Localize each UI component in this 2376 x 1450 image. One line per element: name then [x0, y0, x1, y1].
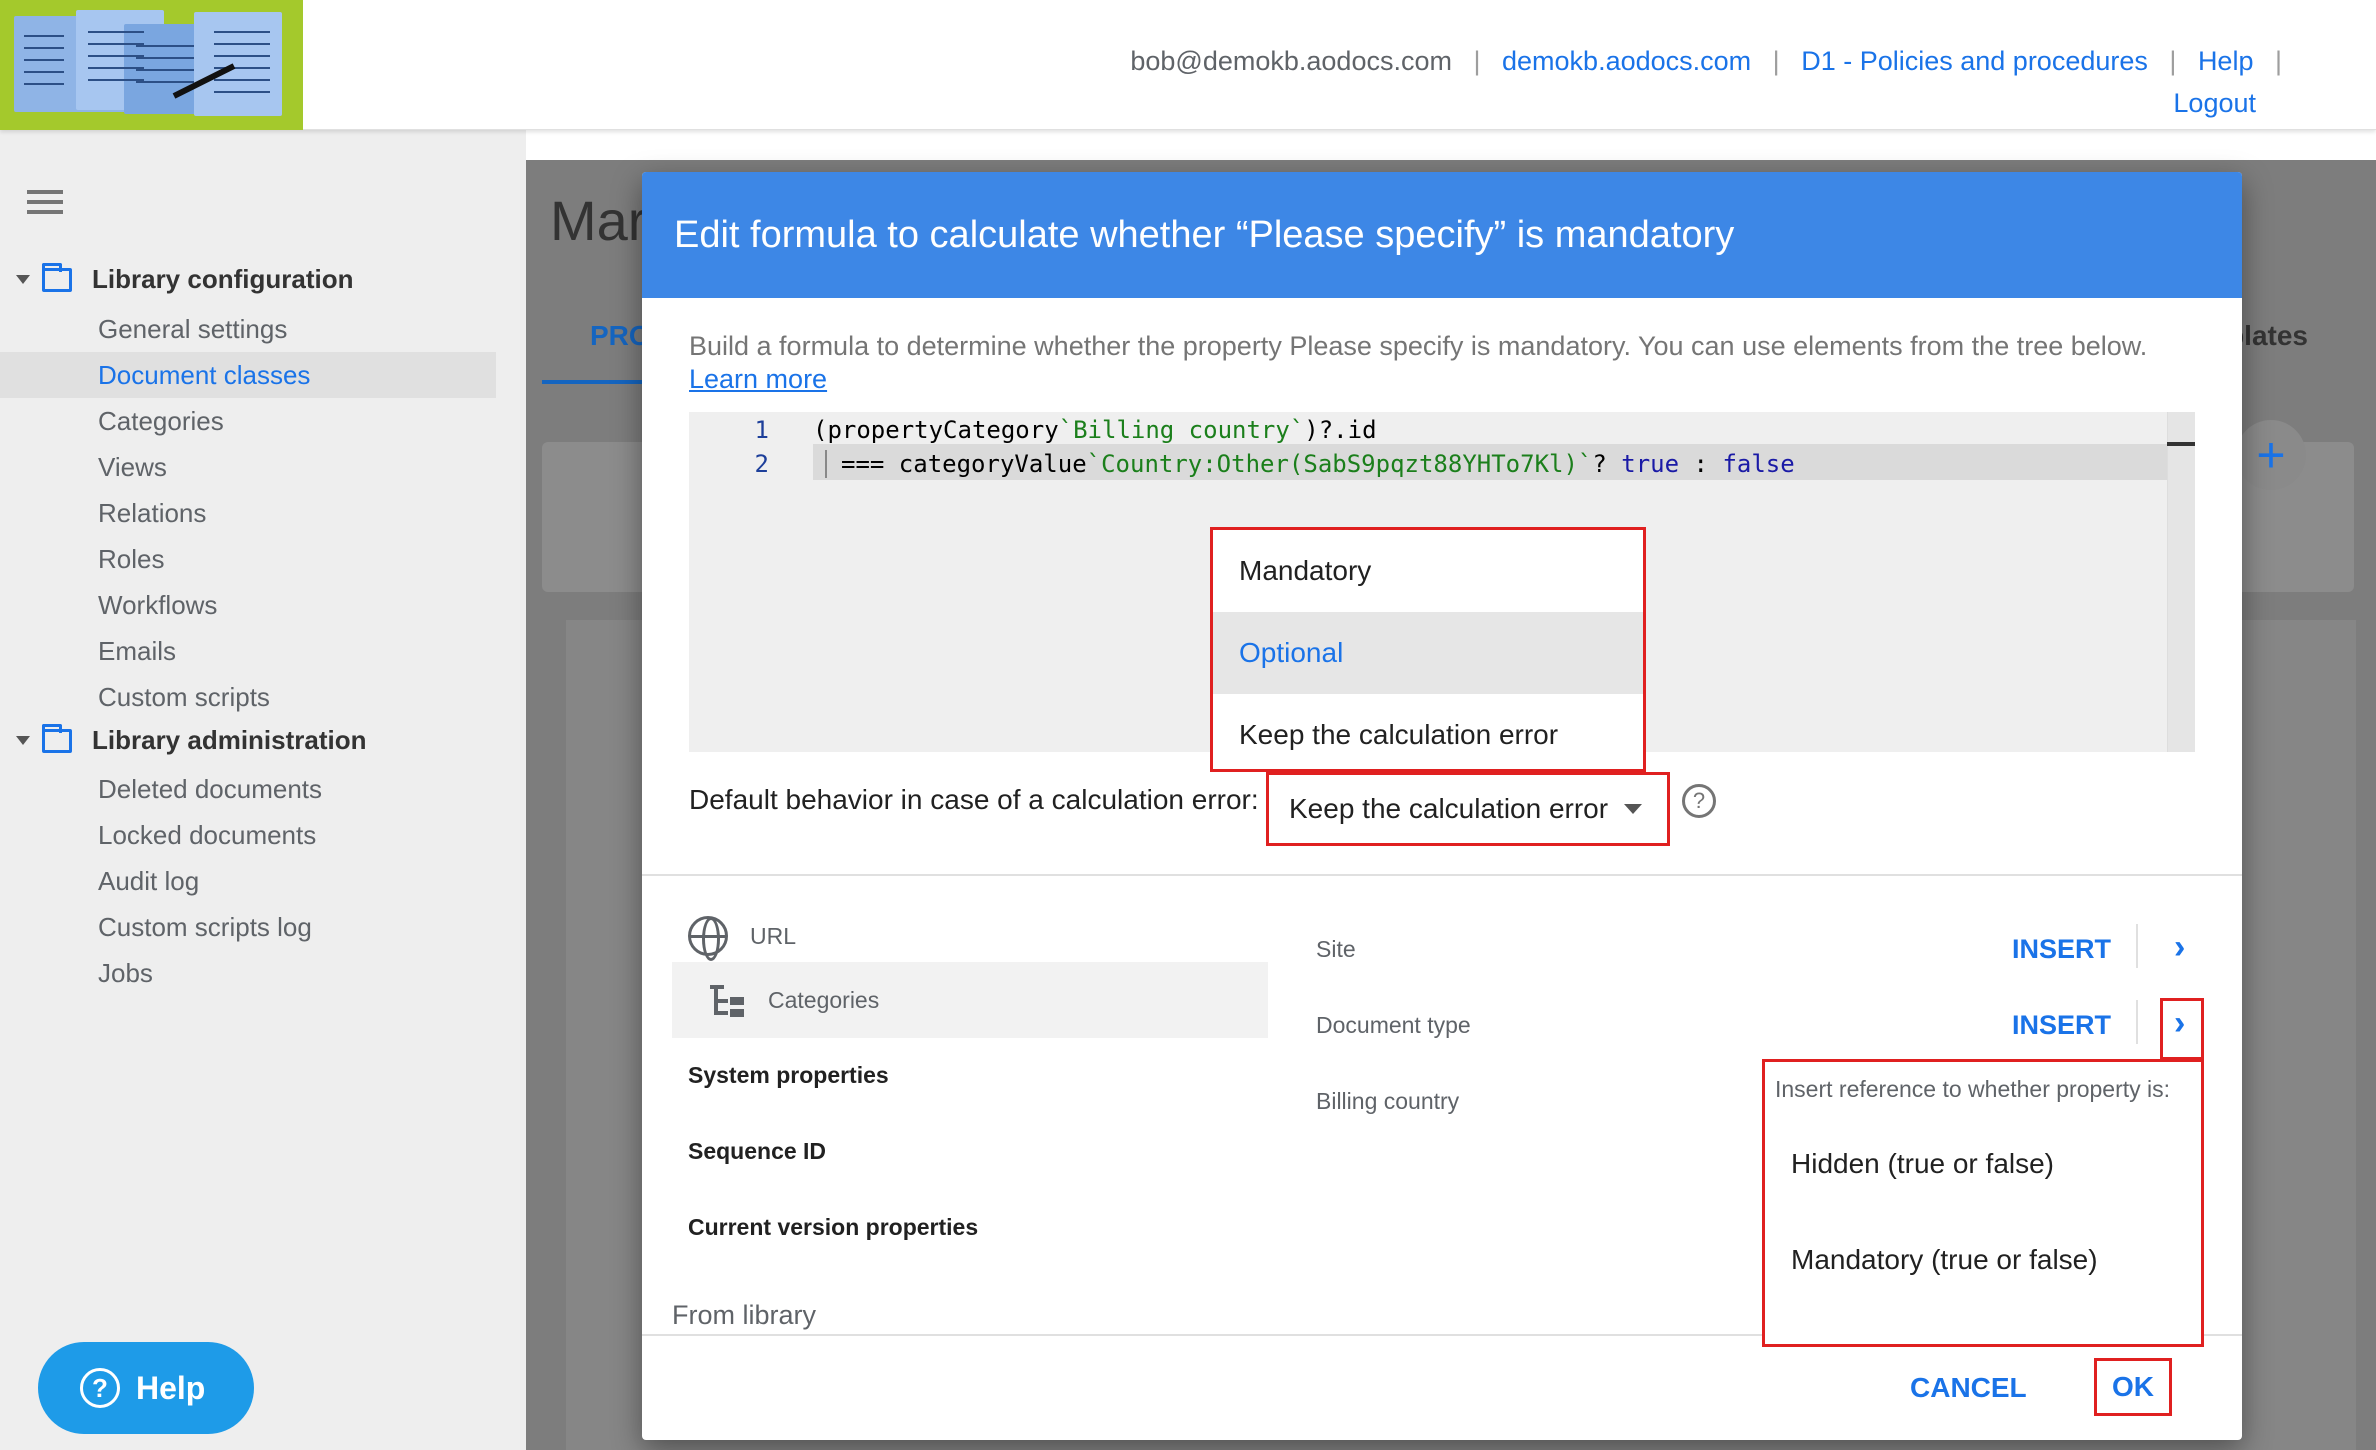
submenu-option-mandatory[interactable]: Mandatory (true or false)	[1791, 1244, 2098, 1276]
insert-document-type-button[interactable]: INSERT	[2012, 1010, 2111, 1041]
sidebar-item-general-settings[interactable]: General settings	[0, 306, 496, 352]
dialog-title: Edit formula to calculate whether “Pleas…	[642, 172, 2242, 298]
code-string: `Billing country`	[1058, 416, 1305, 444]
help-button[interactable]: ? Help	[38, 1342, 254, 1434]
submenu-option-hidden[interactable]: Hidden (true or false)	[1791, 1148, 2054, 1180]
separator: |	[1772, 46, 1780, 76]
learn-more-link[interactable]: Learn more	[689, 364, 827, 394]
section-label: Library configuration	[92, 264, 354, 294]
tree-item-current-version-properties[interactable]: Current version properties	[688, 1214, 978, 1241]
code-line-2: === categoryValue`Country:Other(SabS9pqz…	[825, 450, 1795, 478]
library-link[interactable]: D1 - Policies and procedures	[1801, 46, 2148, 76]
ok-button[interactable]: OK	[2094, 1358, 2172, 1416]
tree-structure-icon	[710, 983, 744, 1017]
error-behavior-select[interactable]: Keep the calculation error	[1266, 772, 1670, 846]
property-billing-country: Billing country	[1316, 1088, 1460, 1114]
header-links: bob@demokb.aodocs.com | demokb.aodocs.co…	[1130, 40, 2296, 124]
logout-link[interactable]: Logout	[2173, 88, 2256, 118]
sidebar-item-relations[interactable]: Relations	[0, 490, 496, 536]
app-logo[interactable]	[0, 0, 303, 130]
help-button-label: Help	[136, 1369, 206, 1406]
sidebar-item-custom-scripts[interactable]: Custom scripts	[0, 674, 496, 720]
divider	[2136, 924, 2138, 968]
insert-site-button[interactable]: INSERT	[2012, 934, 2111, 965]
select-value: Keep the calculation error	[1289, 793, 1609, 824]
error-behavior-dropdown-menu: Mandatory Optional Keep the calculation …	[1210, 527, 1646, 772]
edit-formula-dialog: Edit formula to calculate whether “Pleas…	[642, 172, 2242, 1440]
code-token: === categoryValue	[841, 450, 1087, 478]
tree-item-label: URL	[750, 922, 797, 949]
globe-icon	[688, 916, 728, 961]
separator: |	[1473, 46, 1481, 76]
sidebar-item-emails[interactable]: Emails	[0, 628, 496, 674]
section-label: Library administration	[92, 725, 367, 755]
code-string: `Country:Other(SabS9pqzt88YHTo7Kl)`	[1086, 450, 1593, 478]
sidebar-item-workflows[interactable]: Workflows	[0, 582, 496, 628]
line-number: 2	[754, 450, 769, 478]
sidebar-item-jobs[interactable]: Jobs	[0, 950, 496, 996]
caret-down-icon	[16, 275, 30, 284]
dropdown-arrow-icon	[1624, 804, 1643, 814]
divider	[2136, 1000, 2138, 1044]
sidebar-item-locked-documents[interactable]: Locked documents	[0, 812, 496, 858]
help-circle-icon[interactable]: ?	[1682, 784, 1716, 818]
sidebar-item-deleted-documents[interactable]: Deleted documents	[0, 766, 496, 812]
tree-item-categories[interactable]: Categories	[672, 962, 1268, 1038]
editor-scrollbar[interactable]	[2167, 412, 2195, 752]
caret-down-icon	[16, 736, 30, 745]
separator: |	[2274, 46, 2282, 76]
tree-item-sequence-id[interactable]: Sequence ID	[688, 1138, 826, 1165]
tree-item-label: Categories	[768, 986, 880, 1013]
chevron-right-icon[interactable]: ›	[2174, 928, 2185, 967]
error-behavior-label: Default behavior in case of a calculatio…	[689, 784, 1259, 815]
divider	[642, 874, 2242, 876]
insert-reference-submenu: Insert reference to whether property is:…	[1762, 1059, 2204, 1347]
logo-icon	[14, 10, 282, 116]
sidebar-item-custom-scripts-log[interactable]: Custom scripts log	[0, 904, 496, 950]
option-optional[interactable]: Optional	[1213, 612, 1643, 694]
help-link[interactable]: Help	[2198, 46, 2254, 76]
user-email: bob@demokb.aodocs.com	[1130, 46, 1452, 76]
option-keep-calculation-error[interactable]: Keep the calculation error	[1213, 694, 1643, 776]
code-token: )?.id	[1304, 416, 1377, 444]
property-site: Site	[1316, 936, 1356, 962]
from-library-heading: From library	[672, 1300, 817, 1330]
option-mandatory[interactable]: Mandatory	[1213, 530, 1643, 612]
submenu-header: Insert reference to whether property is:	[1775, 1076, 2171, 1102]
code-keyword: false	[1722, 450, 1795, 478]
cancel-button[interactable]: CANCEL	[1910, 1372, 2027, 1404]
chevron-right-icon[interactable]: ›	[2174, 1004, 2185, 1043]
sidebar-item-views[interactable]: Views	[0, 444, 496, 490]
description-text: Build a formula to determine whether the…	[689, 331, 2148, 361]
sidebar: Library configuration General settings D…	[0, 130, 526, 1450]
code-token: ?	[1592, 450, 1622, 478]
folder-icon	[42, 723, 72, 753]
sidebar-section-library-configuration[interactable]: Library configuration	[16, 262, 354, 295]
top-header: bob@demokb.aodocs.com | demokb.aodocs.co…	[0, 0, 2376, 130]
line-number: 1	[754, 416, 769, 444]
menu-icon[interactable]	[27, 190, 63, 216]
add-icon: +	[2236, 420, 2306, 490]
property-document-type: Document type	[1316, 1012, 1471, 1038]
dialog-description: Build a formula to determine whether the…	[689, 330, 2169, 396]
code-token: :	[1679, 450, 1723, 478]
help-icon: ?	[80, 1368, 120, 1408]
sidebar-item-document-classes[interactable]: Document classes	[0, 352, 496, 398]
sidebar-section-library-administration[interactable]: Library administration	[16, 723, 367, 756]
sidebar-item-audit-log[interactable]: Audit log	[0, 858, 496, 904]
sidebar-item-roles[interactable]: Roles	[0, 536, 496, 582]
folder-icon	[42, 262, 72, 292]
code-token: (propertyCategory	[813, 416, 1059, 444]
page-title: Mar	[550, 189, 647, 252]
domain-link[interactable]: demokb.aodocs.com	[1502, 46, 1751, 76]
sidebar-item-categories[interactable]: Categories	[0, 398, 496, 444]
separator: |	[2169, 46, 2177, 76]
code-keyword: true	[1621, 450, 1680, 478]
tree-item-system-properties[interactable]: System properties	[688, 1062, 889, 1089]
code-line-1: (propertyCategory`Billing country`)?.id	[813, 416, 1377, 444]
editor-scroll-thumb[interactable]	[2167, 442, 2195, 446]
